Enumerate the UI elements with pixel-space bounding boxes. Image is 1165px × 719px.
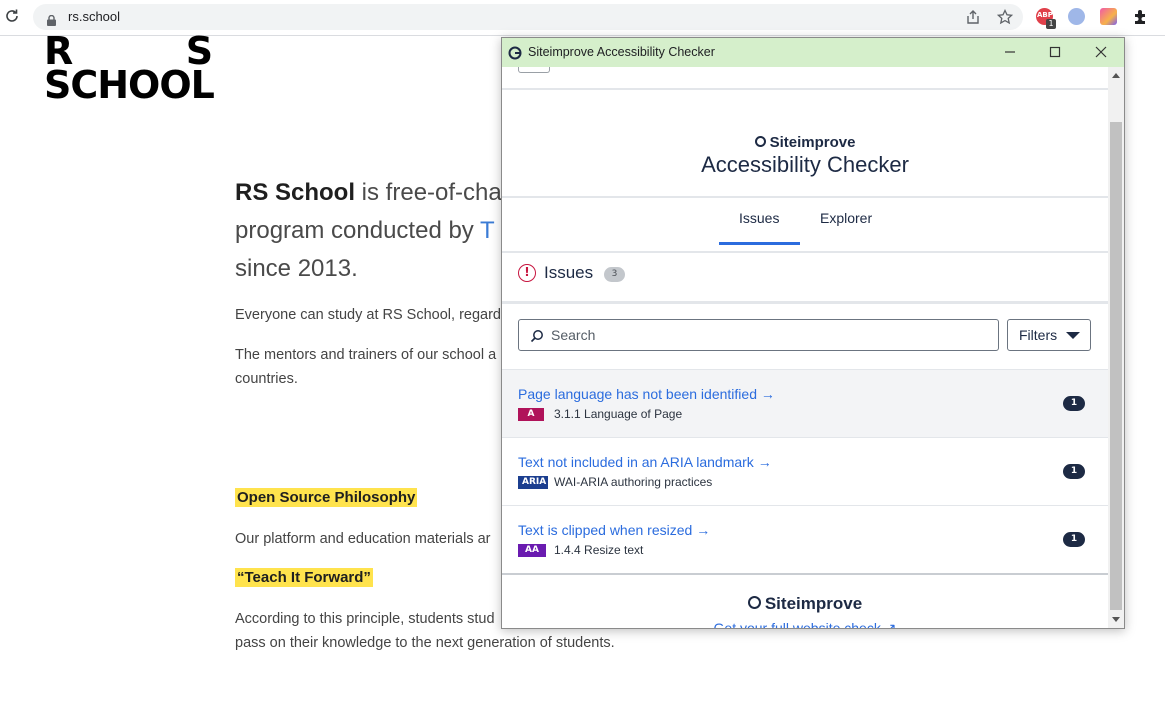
paragraph-platform: Our platform and education materials ar [235, 531, 491, 547]
caret-down-icon [1066, 332, 1080, 339]
siteimprove-logo-icon [508, 45, 522, 60]
filters-label: Filters [1019, 327, 1058, 343]
brand-small-text: Siteimprove [769, 134, 856, 151]
issue-row[interactable]: Text not included in an ARIA landmark → … [502, 437, 1108, 505]
issue-criterion: WAI-ARIA authoring practices [554, 475, 713, 489]
hero-line-2-text: program conducted by [235, 217, 481, 244]
issue-count-badge: 1 [1063, 532, 1085, 547]
adblock-extension-icon[interactable]: ABP 1 [1036, 8, 1056, 29]
extension-circle-icon[interactable] [1068, 8, 1085, 25]
tab-explorer[interactable]: Explorer [820, 210, 872, 226]
issue-link[interactable]: Page language has not been identified → [518, 386, 775, 402]
popup-title: Siteimprove Accessibility Checker [528, 45, 715, 59]
paragraph-mentors: The mentors and trainers of our school a… [235, 343, 496, 391]
issue-row[interactable]: Page language has not been identified → … [502, 369, 1108, 437]
issue-criterion: 3.1.1 Language of Page [554, 407, 683, 421]
minimize-icon[interactable] [1000, 42, 1020, 62]
filters-button[interactable]: Filters [1007, 319, 1091, 351]
issue-count-badge: 1 [1063, 464, 1085, 479]
divider [502, 301, 1108, 304]
issue-count-badge: 1 [1063, 396, 1085, 411]
paragraph-everyone: Everyone can study at RS School, regard [235, 307, 501, 323]
divider [502, 88, 1108, 90]
search-placeholder: Search [551, 327, 596, 343]
address-bar[interactable]: rs.school [33, 4, 1023, 30]
issues-count-badge: 3 [604, 267, 625, 282]
search-icon [530, 328, 544, 343]
truncated-element [518, 67, 550, 73]
issue-criterion: 1.4.4 Resize text [554, 543, 644, 557]
popup-content: Siteimprove Accessibility Checker Issues… [502, 67, 1108, 628]
issues-title: Issues [544, 263, 594, 282]
active-tab-indicator [719, 242, 800, 245]
product-title: Accessibility Checker [701, 152, 909, 177]
divider [502, 196, 1108, 198]
paragraph-mentors-line-2: countries. [235, 371, 298, 387]
siteimprove-popup-window: Siteimprove Accessibility Checker Siteim… [501, 37, 1125, 629]
hero-link[interactable]: T [480, 217, 495, 244]
share-icon[interactable] [965, 9, 981, 25]
conformance-tag: ARIA [518, 476, 548, 489]
conformance-tag: A [518, 408, 544, 421]
paragraph-principle-line-2: pass on their knowledge to the next gene… [235, 635, 615, 651]
divider [502, 251, 1108, 253]
heading-open-source: Open Source Philosophy [235, 488, 418, 507]
hero-rest: is free-of-char [355, 179, 510, 206]
adblock-label: ABP [1037, 11, 1053, 19]
puzzle-extensions-icon[interactable] [1132, 8, 1150, 26]
rs-school-logo[interactable]: R S SCHOOL [44, 32, 215, 107]
close-icon[interactable] [1091, 42, 1111, 62]
bookmark-star-icon[interactable] [996, 8, 1014, 25]
full-website-check-link[interactable]: Get your full website check ↗ [502, 620, 1108, 628]
issue-link[interactable]: Text not included in an ARIA landmark → [518, 454, 772, 470]
maximize-icon[interactable] [1045, 42, 1065, 62]
brand-small: Siteimprove [502, 134, 1108, 151]
siteimprove-mark-icon [754, 136, 766, 147]
scroll-up-arrow-icon[interactable] [1112, 73, 1120, 78]
hero-bold: RS School [235, 179, 356, 206]
footer-brand: Siteimprove [502, 594, 1108, 614]
extension-gradient-icon[interactable] [1100, 8, 1117, 25]
logo-line-2: SCHOOL [44, 63, 215, 107]
issue-row[interactable]: Text is clipped when resized → AA 1.4.4 … [502, 505, 1108, 573]
scrollbar-thumb[interactable] [1110, 122, 1122, 610]
scroll-down-arrow-icon[interactable] [1112, 617, 1120, 622]
siteimprove-mark-icon [747, 596, 761, 609]
reload-icon[interactable] [4, 8, 20, 24]
popup-footer: Siteimprove Get your full website check … [502, 575, 1108, 628]
lock-icon[interactable] [47, 11, 56, 26]
popup-title-bar[interactable]: Siteimprove Accessibility Checker [502, 38, 1124, 67]
tab-issues[interactable]: Issues [739, 210, 779, 226]
heading-teach-it-forward: “Teach It Forward” [235, 568, 373, 587]
issue-link[interactable]: Text is clipped when resized → [518, 522, 710, 538]
alert-circle-icon: ! [518, 264, 536, 282]
search-input[interactable]: Search [518, 319, 999, 351]
footer-brand-text: Siteimprove [764, 594, 863, 613]
url-text[interactable]: rs.school [68, 9, 120, 24]
paragraph-mentors-line-1: The mentors and trainers of our school a [235, 347, 497, 363]
popup-scrollbar[interactable] [1108, 67, 1124, 628]
adblock-badge: 1 [1046, 19, 1056, 29]
conformance-tag: AA [518, 544, 546, 557]
